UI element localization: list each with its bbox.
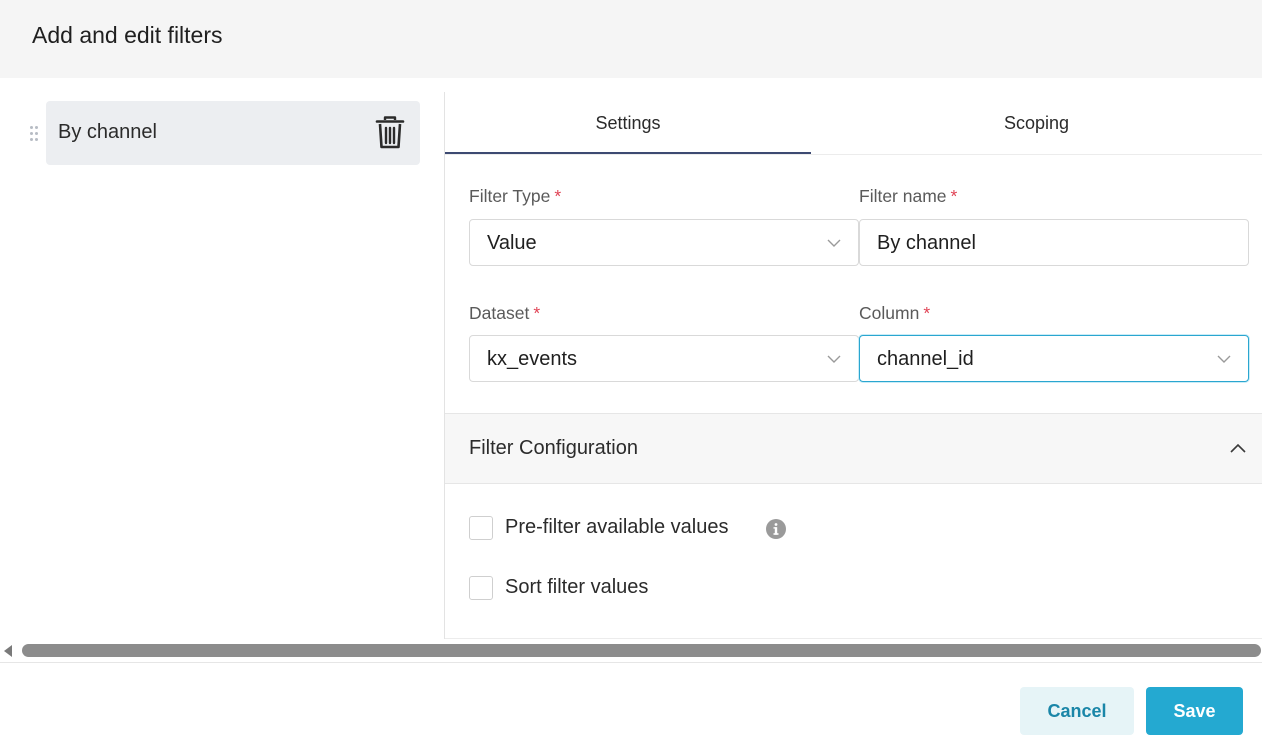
column-value: channel_id [877, 348, 974, 370]
scroll-left-arrow-icon[interactable] [3, 644, 13, 658]
dataset-label: Dataset * [469, 303, 541, 323]
required-marker: * [950, 186, 958, 206]
filter-type-label: Filter Type * [469, 186, 562, 206]
footer-divider [0, 662, 1262, 663]
filter-configuration-header[interactable]: Filter Configuration [445, 413, 1262, 484]
cancel-button[interactable]: Cancel [1020, 687, 1134, 735]
chevron-down-icon [827, 355, 841, 363]
filter-list-item[interactable]: By channel [46, 101, 420, 165]
chevron-up-icon[interactable] [1230, 442, 1246, 454]
column-select[interactable]: channel_id [859, 335, 1249, 382]
info-icon[interactable] [765, 518, 787, 540]
filter-name-label: Filter name * [859, 186, 958, 206]
tab-settings[interactable]: Settings [445, 92, 811, 155]
horizontal-scrollbar-thumb[interactable] [22, 644, 1261, 657]
section-title: Filter Configuration [469, 437, 638, 459]
sort-values-label: Sort filter values [505, 576, 649, 598]
modal-title: Add and edit filters [32, 22, 223, 48]
tabs-divider [445, 154, 1262, 155]
filter-name-value: By channel [877, 232, 976, 254]
filter-type-select[interactable]: Value [469, 219, 859, 266]
dataset-select[interactable]: kx_events [469, 335, 859, 382]
filter-type-value: Value [487, 232, 537, 254]
modal-header: Add and edit filters [0, 0, 1262, 78]
required-marker: * [923, 303, 931, 323]
drag-handle-icon[interactable] [28, 124, 40, 144]
trash-icon [375, 116, 405, 149]
required-marker: * [533, 303, 541, 323]
chevron-down-icon [1217, 355, 1231, 363]
pre-filter-label: Pre-filter available values [505, 516, 729, 538]
filter-list-item-label: By channel [58, 121, 157, 143]
required-marker: * [554, 186, 562, 206]
dataset-value: kx_events [487, 348, 578, 370]
sort-values-checkbox[interactable] [469, 576, 493, 600]
column-label: Column * [859, 303, 931, 323]
tab-bar: Settings Scoping [445, 92, 1262, 155]
delete-filter-button[interactable] [374, 115, 406, 151]
content-divider [445, 638, 1262, 639]
save-button[interactable]: Save [1146, 687, 1243, 735]
chevron-down-icon [827, 239, 841, 247]
panel-divider [444, 92, 445, 639]
pre-filter-checkbox[interactable] [469, 516, 493, 540]
tab-scoping[interactable]: Scoping [811, 92, 1262, 155]
filter-name-input[interactable]: By channel [859, 219, 1249, 266]
